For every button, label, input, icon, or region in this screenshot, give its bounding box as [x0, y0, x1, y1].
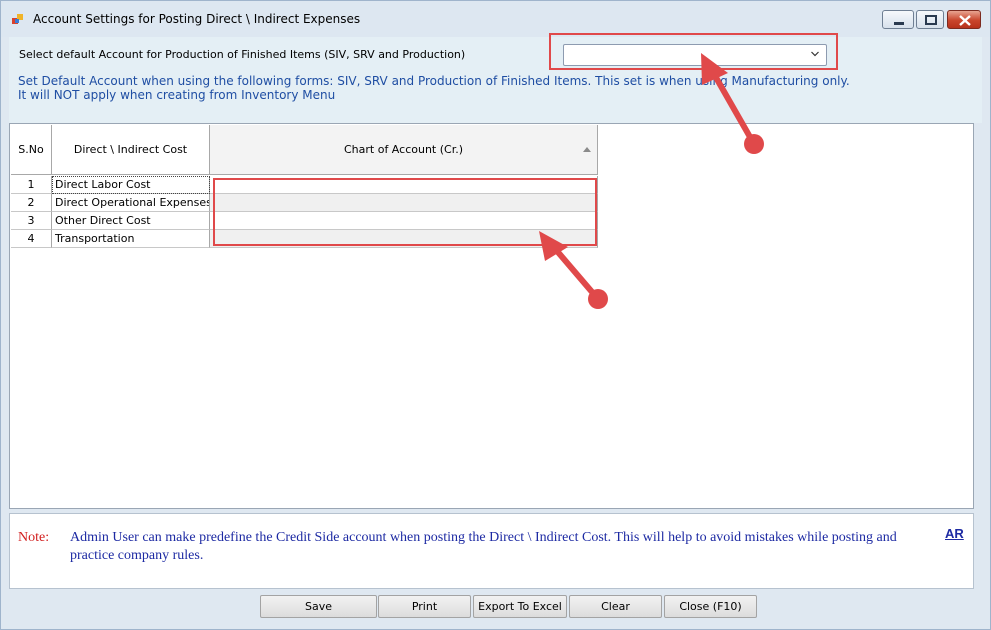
row-cost-name[interactable]: Direct Operational Expenses — [52, 194, 210, 212]
default-account-label: Select default Account for Production of… — [19, 48, 466, 61]
save-button[interactable]: Save — [260, 595, 377, 618]
row-sno: 3 — [11, 212, 52, 230]
export-to-excel-button[interactable]: Export To Excel — [473, 595, 567, 618]
note-panel: Note: Admin User can make predefine the … — [9, 513, 974, 589]
sort-ascending-icon — [583, 147, 591, 152]
row-sno: 2 — [11, 194, 52, 212]
restore-icon — [925, 15, 937, 25]
minimize-button[interactable] — [882, 10, 914, 29]
info-text-line-1: Set Default Account when using the follo… — [18, 74, 850, 88]
app-icon — [12, 14, 23, 24]
clear-button[interactable]: Clear — [569, 595, 662, 618]
window-title: Account Settings for Posting Direct \ In… — [33, 12, 361, 26]
minimize-icon — [894, 22, 904, 25]
column-header-cost[interactable]: Direct \ Indirect Cost — [52, 125, 210, 175]
row-sno: 4 — [11, 230, 52, 248]
account-settings-window: Account Settings for Posting Direct \ In… — [0, 0, 991, 630]
close-icon — [959, 15, 971, 26]
row-cost-name[interactable]: Direct Labor Cost — [52, 176, 210, 194]
column-header-account-label: Chart of Account (Cr.) — [343, 143, 463, 156]
row-cost-name[interactable]: Transportation — [52, 230, 210, 248]
ar-language-link[interactable]: AR — [945, 526, 964, 541]
column-header-account[interactable]: Chart of Account (Cr.) — [210, 125, 598, 175]
row-sno: 1 — [11, 176, 52, 194]
dropdown-highlight-box — [549, 33, 838, 70]
close-window-button[interactable] — [947, 10, 981, 29]
maximize-button[interactable] — [916, 10, 944, 29]
title-bar: Account Settings for Posting Direct \ In… — [1, 1, 990, 37]
note-text: Admin User can make predefine the Credit… — [70, 530, 897, 563]
account-column-highlight-box — [213, 178, 597, 246]
print-button[interactable]: Print — [378, 595, 471, 618]
close-button[interactable]: Close (F10) — [664, 595, 757, 618]
info-text-line-2: It will NOT apply when creating from Inv… — [18, 88, 336, 102]
note-label: Note: — [18, 530, 50, 545]
column-header-sno[interactable]: S.No — [11, 125, 52, 175]
row-cost-name[interactable]: Other Direct Cost — [52, 212, 210, 230]
